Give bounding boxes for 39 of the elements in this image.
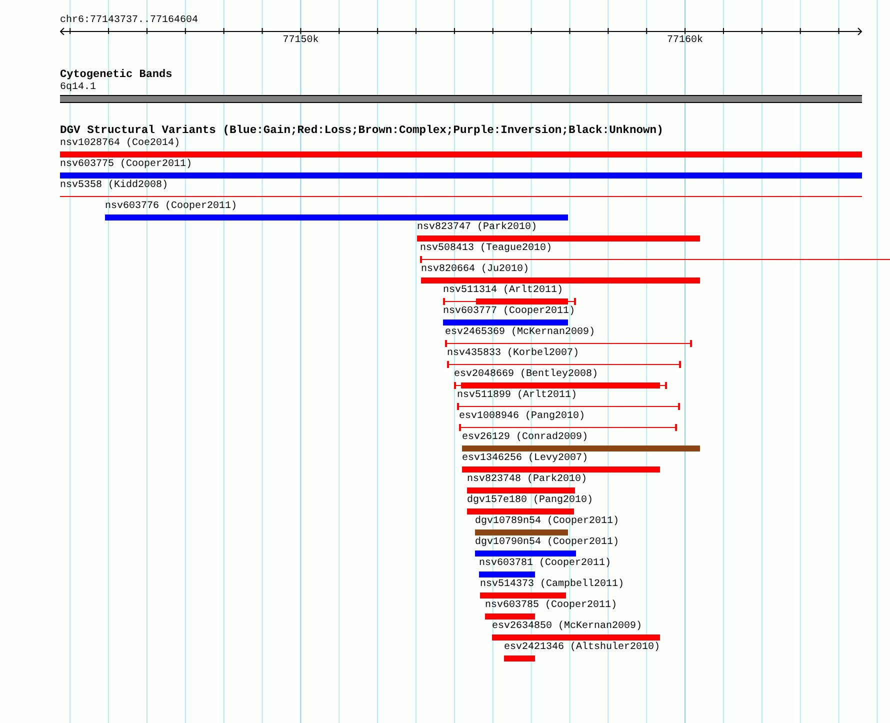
variant-label: esv1008946 (Pang2010) <box>459 411 586 423</box>
band-label: 6q14.1 <box>60 82 96 94</box>
track-title: DGV Structural Variants (Blue:Gain;Red:Loss;Brown:Complex;Purple:Inversion;Black:Unknown) <box>60 125 664 138</box>
variant-label: esv26129 (Conrad2009) <box>462 432 588 444</box>
variant-bar[interactable] <box>459 424 678 431</box>
variant-label: nsv5358 (Kidd2008) <box>60 180 168 192</box>
variant-label: nsv511899 (Arlt2011) <box>457 390 578 402</box>
variant-label: nsv603776 (Cooper2011) <box>105 201 238 213</box>
variant-label: dgv10789n54 (Cooper2011) <box>475 516 620 528</box>
variant-bar[interactable] <box>420 256 890 263</box>
variant-bar[interactable] <box>443 298 576 305</box>
variant-label: nsv820664 (Ju2010) <box>421 264 530 276</box>
variant-label: nsv511314 (Arlt2011) <box>443 285 564 297</box>
variant-label: dgv157e180 (Pang2010) <box>467 495 594 507</box>
variant-label: nsv508413 (Teague2010) <box>420 243 552 255</box>
cytoband-bar[interactable] <box>60 95 862 103</box>
variant-label: nsv435833 (Korbel2007) <box>447 348 580 360</box>
variant-label: nsv603785 (Cooper2011) <box>485 600 618 612</box>
ruler-tick-label: 77150k <box>282 35 319 47</box>
variant-label: nsv1028764 (Coe2014) <box>60 138 180 150</box>
variant-label: esv1346256 (Levy2007) <box>462 453 588 465</box>
variant-label: nsv823748 (Park2010) <box>467 474 588 486</box>
region-label: chr6:77143737..77164604 <box>60 14 198 27</box>
variant-bar[interactable] <box>457 403 680 410</box>
variant-label: esv2634850 (McKernan2009) <box>492 621 642 633</box>
variant-bar[interactable] <box>445 340 692 347</box>
track-title: Cytogenetic Bands <box>60 69 172 82</box>
variant-label: dgv10790n54 (Cooper2011) <box>475 537 620 549</box>
variant-label: esv2048669 (Bentley2008) <box>454 369 598 381</box>
variant-label: esv2465369 (McKernan2009) <box>445 327 596 339</box>
variant-bar[interactable] <box>447 361 682 368</box>
variant-label: nsv603777 (Cooper2011) <box>443 306 576 318</box>
variant-label: nsv603775 (Cooper2011) <box>60 159 192 171</box>
variant-bar[interactable] <box>454 382 668 389</box>
variant-label: nsv603781 (Cooper2011) <box>479 558 612 570</box>
variant-label: nsv823747 (Park2010) <box>417 222 538 234</box>
ruler-tick-label: 77160k <box>667 35 704 47</box>
variant-label: nsv514373 (Campbell2011) <box>480 579 624 591</box>
variant-label: esv2421346 (Altshuler2010) <box>504 642 660 654</box>
